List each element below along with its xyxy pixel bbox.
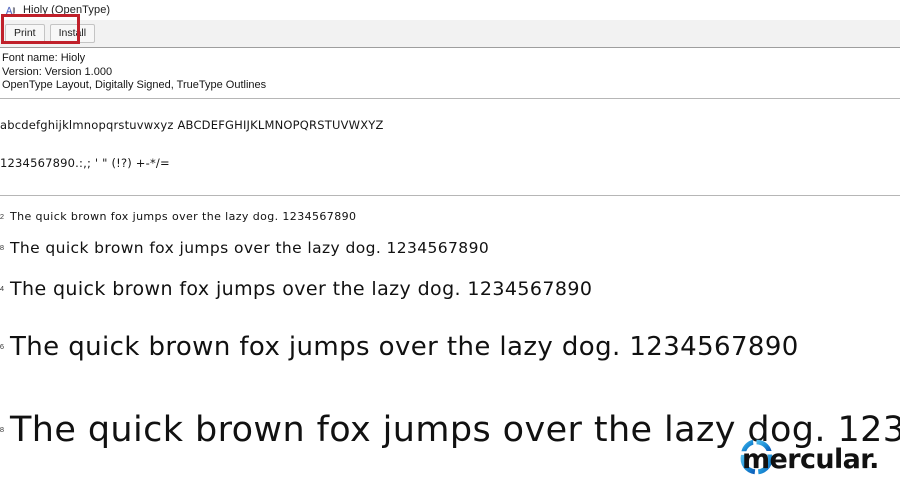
sample-text: The quick brown fox jumps over the lazy … (10, 210, 357, 223)
window-titlebar: Hioly (OpenType) (0, 0, 900, 20)
font-version-line: Version: Version 1.000 (2, 65, 113, 78)
sample-size-label: 18 (0, 243, 4, 252)
sample-row: 12 The quick brown fox jumps over the la… (0, 204, 900, 230)
sample-text: The quick brown fox jumps over the lazy … (10, 331, 799, 362)
font-metadata: Font name: Hioly Version: Version 1.000 … (0, 48, 900, 93)
sample-row: 24 The quick brown fox jumps over the la… (0, 266, 900, 312)
font-file-icon (5, 6, 15, 14)
sample-row: 36 The quick brown fox jumps over the la… (0, 312, 900, 382)
mercular-wordmark: mercular. (742, 444, 879, 475)
print-button[interactable]: Print (5, 24, 45, 43)
sample-size-label: 12 (0, 212, 4, 221)
sample-size-label: 36 (0, 342, 4, 351)
glyph-preview-block: abcdefghijklmnopqrstuvwxyz ABCDEFGHIJKLM… (0, 99, 900, 172)
sample-text: The quick brown fox jumps over the lazy … (10, 238, 490, 257)
font-name-line: Font name: Hioly (2, 52, 86, 64)
numerals-line: 1234567890.:,; ' " (!?) +-*/= (0, 155, 170, 170)
font-features-line: OpenType Layout, Digitally Signed, TrueT… (2, 79, 267, 91)
install-button[interactable]: Install (49, 24, 96, 43)
alphabet-line: abcdefghijklmnopqrstuvwxyz ABCDEFGHIJKLM… (0, 117, 384, 132)
sample-text: The quick brown fox jumps over the lazy … (10, 277, 593, 300)
sample-size-label: 48 (0, 425, 4, 434)
mercular-logo: mercular. (734, 436, 886, 482)
window-title: Hioly (OpenType) (23, 4, 111, 16)
mercular-logo-svg: mercular. (740, 439, 879, 475)
toolbar: Print Install (0, 14, 900, 48)
sample-size-label: 24 (0, 284, 4, 293)
sample-row: 18 The quick brown fox jumps over the la… (0, 230, 900, 266)
